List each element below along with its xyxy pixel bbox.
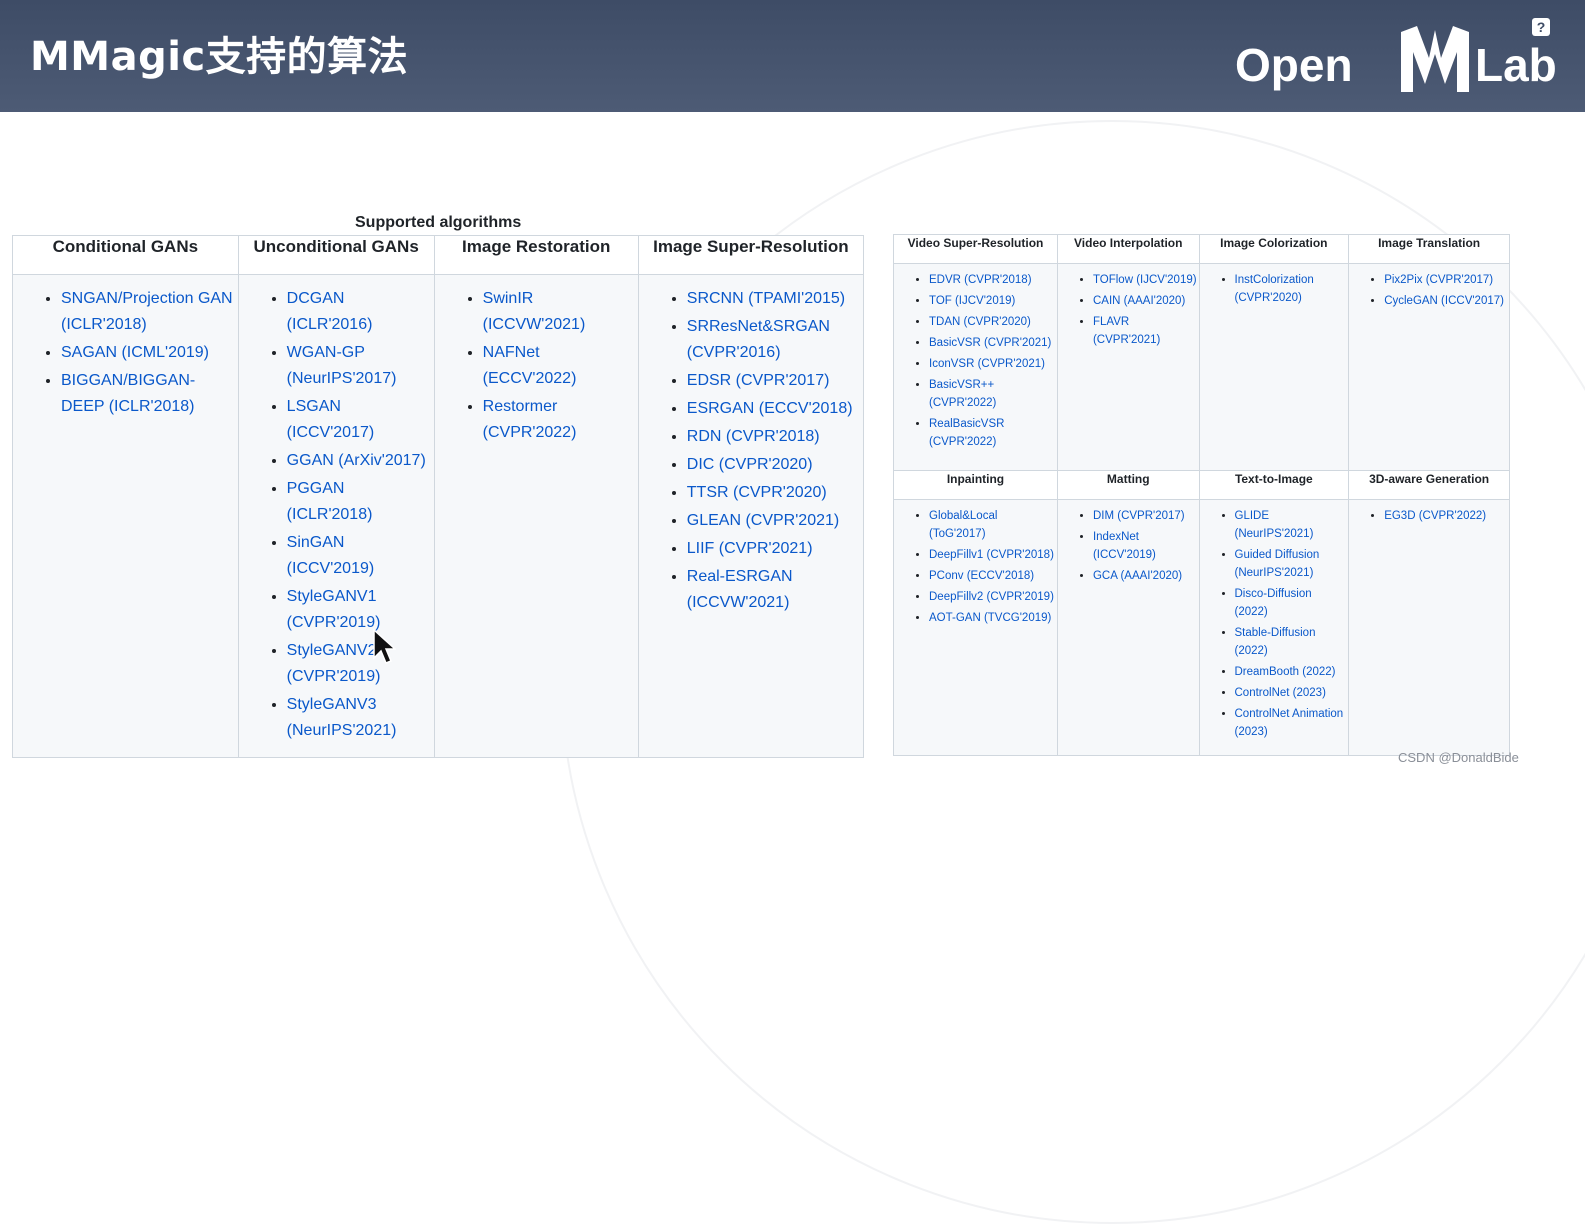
cell-video-interpolation: TOFlow (IJCV'2019) CAIN (AAAI'2020) FLAVR … — [1056, 263, 1200, 471]
header-image-colorization: Image Colorization — [1198, 234, 1350, 264]
table-caption: Supported algorithms — [355, 214, 522, 231]
supported-algorithms-table: Conditional GANs Unconditional GANs Imag… — [12, 235, 865, 758]
algorithm-link[interactable]: TOF (IJCV'2019) — [929, 292, 1056, 310]
algorithm-link[interactable]: GCA (AAAI'2020) — [1093, 567, 1198, 585]
algorithm-link[interactable]: DreamBooth (2022) — [1235, 663, 1348, 681]
algorithm-link[interactable]: Pix2Pix (CVPR'2017) — [1384, 271, 1508, 289]
openmmlab-logo: Open Lab — [1235, 18, 1575, 98]
algorithm-link[interactable]: NAFNet (ECCV'2022) — [483, 340, 637, 392]
logo-text-lab: Lab — [1475, 39, 1557, 91]
algorithm-link[interactable]: GGAN (ArXiv'2017) — [287, 448, 433, 474]
algorithm-link[interactable]: DCGAN (ICLR'2016) — [287, 286, 433, 338]
algorithm-link[interactable]: FLAVR (CVPR'2021) — [1093, 313, 1198, 349]
algorithm-link[interactable]: StyleGANV1 (CVPR'2019) — [287, 584, 433, 636]
algorithm-link[interactable]: BasicVSR (CVPR'2021) — [929, 334, 1056, 352]
algorithm-link[interactable]: PGGAN (ICLR'2018) — [287, 476, 433, 528]
header-matting: Matting — [1056, 470, 1200, 500]
more-algorithms-table: Video Super-Resolution Video Interpolati… — [893, 234, 1510, 756]
algorithm-link[interactable]: PConv (ECCV'2018) — [929, 567, 1056, 585]
table2-body-row-1: EDVR (CVPR'2018) TOF (IJCV'2019) TDAN (CVP… — [893, 263, 1510, 471]
header-unconditional-gans: Unconditional GANs — [237, 235, 435, 275]
algorithm-link[interactable]: Guided Diffusion (NeurIPS'2021) — [1235, 546, 1348, 582]
algorithm-link[interactable]: BasicVSR++ (CVPR'2022) — [929, 376, 1056, 412]
algorithm-link[interactable]: SAGAN (ICML'2019) — [61, 340, 237, 366]
algorithm-link[interactable]: Disco-Diffusion (2022) — [1235, 585, 1348, 621]
cell-text-to-image: GLIDE (NeurIPS'2021)Guided Diffusion (Ne… — [1198, 499, 1350, 756]
algorithm-link[interactable]: GLIDE (NeurIPS'2021) — [1235, 507, 1348, 543]
cell-image-colorization: InstColorization (CVPR'2020) — [1198, 263, 1350, 471]
header-conditional-gans: Conditional GANs — [12, 235, 239, 275]
header-video-super-resolution: Video Super-Resolution — [893, 234, 1058, 264]
header-image-translation: Image Translation — [1348, 234, 1510, 264]
algorithm-link[interactable]: ControlNet Animation (2023) — [1235, 705, 1348, 741]
slide-title: MMagic支持的算法 — [30, 34, 409, 80]
algorithm-link[interactable]: WGAN-GP (NeurIPS'2017) — [287, 340, 433, 392]
algorithm-link[interactable]: TOFlow (IJCV'2019) — [1093, 271, 1198, 289]
mm-logo-icon — [1401, 26, 1469, 92]
algorithm-link[interactable]: SRResNet&SRGAN (CVPR'2016) — [687, 314, 862, 366]
algorithm-link[interactable]: EDVR (CVPR'2018) — [929, 271, 1056, 289]
slide-header: MMagic支持的算法 Open Lab ? — [0, 0, 1585, 112]
table2-header-row-2: Inpainting Matting Text-to-Image 3D-awar… — [893, 470, 1510, 500]
logo-text-open: Open — [1235, 39, 1353, 91]
algorithm-link[interactable]: StyleGANV2 (CVPR'2019) — [287, 638, 433, 690]
cell-video-super-resolution: EDVR (CVPR'2018) TOF (IJCV'2019) TDAN (CVP… — [893, 263, 1058, 471]
algorithm-link[interactable]: ESRGAN (ECCV'2018) — [687, 396, 862, 422]
algorithm-link[interactable]: RealBasicVSR (CVPR'2022) — [929, 415, 1056, 451]
header-inpainting: Inpainting — [893, 470, 1058, 500]
cell-3d-aware-generation: EG3D (CVPR'2022) — [1348, 499, 1510, 756]
algorithm-link[interactable]: LIIF (CVPR'2021) — [687, 536, 862, 562]
table-header-row: Conditional GANs Unconditional GANs Imag… — [12, 235, 865, 275]
header-video-interpolation: Video Interpolation — [1056, 234, 1200, 264]
algorithm-link[interactable]: SRCNN (TPAMI'2015) — [687, 286, 862, 312]
algorithm-link[interactable]: IconVSR (CVPR'2021) — [929, 355, 1056, 373]
cell-inpainting: Global&Local (ToG'2017) DeepFillv1 (CVPR'… — [893, 499, 1058, 756]
algorithm-link[interactable]: EDSR (CVPR'2017) — [687, 368, 862, 394]
cell-image-restoration: SwinIR (ICCVW'2021)NAFNet (ECCV'2022)Res… — [433, 274, 639, 758]
algorithm-link[interactable]: SNGAN/Projection GAN (ICLR'2018) — [61, 286, 237, 338]
algorithm-link[interactable]: TDAN (CVPR'2020) — [929, 313, 1056, 331]
algorithm-link[interactable]: GLEAN (CVPR'2021) — [687, 508, 862, 534]
algorithm-link[interactable]: IndexNet (ICCV'2019) — [1093, 528, 1198, 564]
algorithm-link[interactable]: DeepFillv1 (CVPR'2018) — [929, 546, 1056, 564]
algorithm-link[interactable]: SinGAN (ICCV'2019) — [287, 530, 433, 582]
algorithm-link[interactable]: InstColorization (CVPR'2020) — [1235, 271, 1348, 307]
algorithm-link[interactable]: StyleGANV3 (NeurIPS'2021) — [287, 692, 433, 744]
algorithm-link[interactable]: SwinIR (ICCVW'2021) — [483, 286, 637, 338]
algorithm-link[interactable]: DeepFillv2 (CVPR'2019) — [929, 588, 1056, 606]
algorithm-link[interactable]: Stable-Diffusion (2022) — [1235, 624, 1348, 660]
csdn-watermark: CSDN @DonaldBide — [1398, 750, 1519, 765]
header-text-to-image: Text-to-Image — [1198, 470, 1350, 500]
header-3d-aware-generation: 3D-aware Generation — [1348, 470, 1510, 500]
algorithm-link[interactable]: EG3D (CVPR'2022) — [1384, 507, 1508, 525]
algorithm-link[interactable]: DIM (CVPR'2017) — [1093, 507, 1198, 525]
algorithm-link[interactable]: Restormer (CVPR'2022) — [483, 394, 637, 446]
mouse-pointer-icon — [373, 628, 396, 664]
cell-matting: DIM (CVPR'2017) IndexNet (ICCV'2019) GCA (… — [1056, 499, 1200, 756]
algorithm-link[interactable]: TTSR (CVPR'2020) — [687, 480, 862, 506]
cell-unconditional-gans: DCGAN (ICLR'2016)WGAN-GP (NeurIPS'2017)L… — [237, 274, 435, 758]
algorithm-link[interactable]: CAIN (AAAI'2020) — [1093, 292, 1198, 310]
cell-image-super-resolution: SRCNN (TPAMI'2015)SRResNet&SRGAN (CVPR'2… — [637, 274, 865, 758]
algorithm-link[interactable]: Real-ESRGAN (ICCVW'2021) — [687, 564, 862, 616]
algorithm-link[interactable]: CycleGAN (ICCV'2017) — [1384, 292, 1508, 310]
algorithm-link[interactable]: BIGGAN/BIGGAN-DEEP (ICLR'2018) — [61, 368, 237, 420]
algorithm-link[interactable]: Global&Local (ToG'2017) — [929, 507, 1056, 543]
table2-header-row-1: Video Super-Resolution Video Interpolati… — [893, 234, 1510, 264]
help-icon[interactable]: ? — [1532, 18, 1550, 36]
algorithm-link[interactable]: AOT-GAN (TVCG'2019) — [929, 609, 1056, 627]
algorithm-link[interactable]: LSGAN (ICCV'2017) — [287, 394, 433, 446]
algorithm-link[interactable]: DIC (CVPR'2020) — [687, 452, 862, 478]
header-image-restoration: Image Restoration — [433, 235, 639, 275]
header-image-super-resolution: Image Super-Resolution — [637, 235, 865, 275]
table-body-row: SNGAN/Projection GAN (ICLR'2018)SAGAN (I… — [12, 274, 865, 758]
cell-image-translation: Pix2Pix (CVPR'2017) CycleGAN (ICCV'2017) — [1348, 263, 1510, 471]
algorithm-link[interactable]: ControlNet (2023) — [1235, 684, 1348, 702]
table2-body-row-2: Global&Local (ToG'2017) DeepFillv1 (CVPR'… — [893, 499, 1510, 756]
cell-conditional-gans: SNGAN/Projection GAN (ICLR'2018)SAGAN (I… — [12, 274, 239, 758]
algorithm-link[interactable]: RDN (CVPR'2018) — [687, 424, 862, 450]
